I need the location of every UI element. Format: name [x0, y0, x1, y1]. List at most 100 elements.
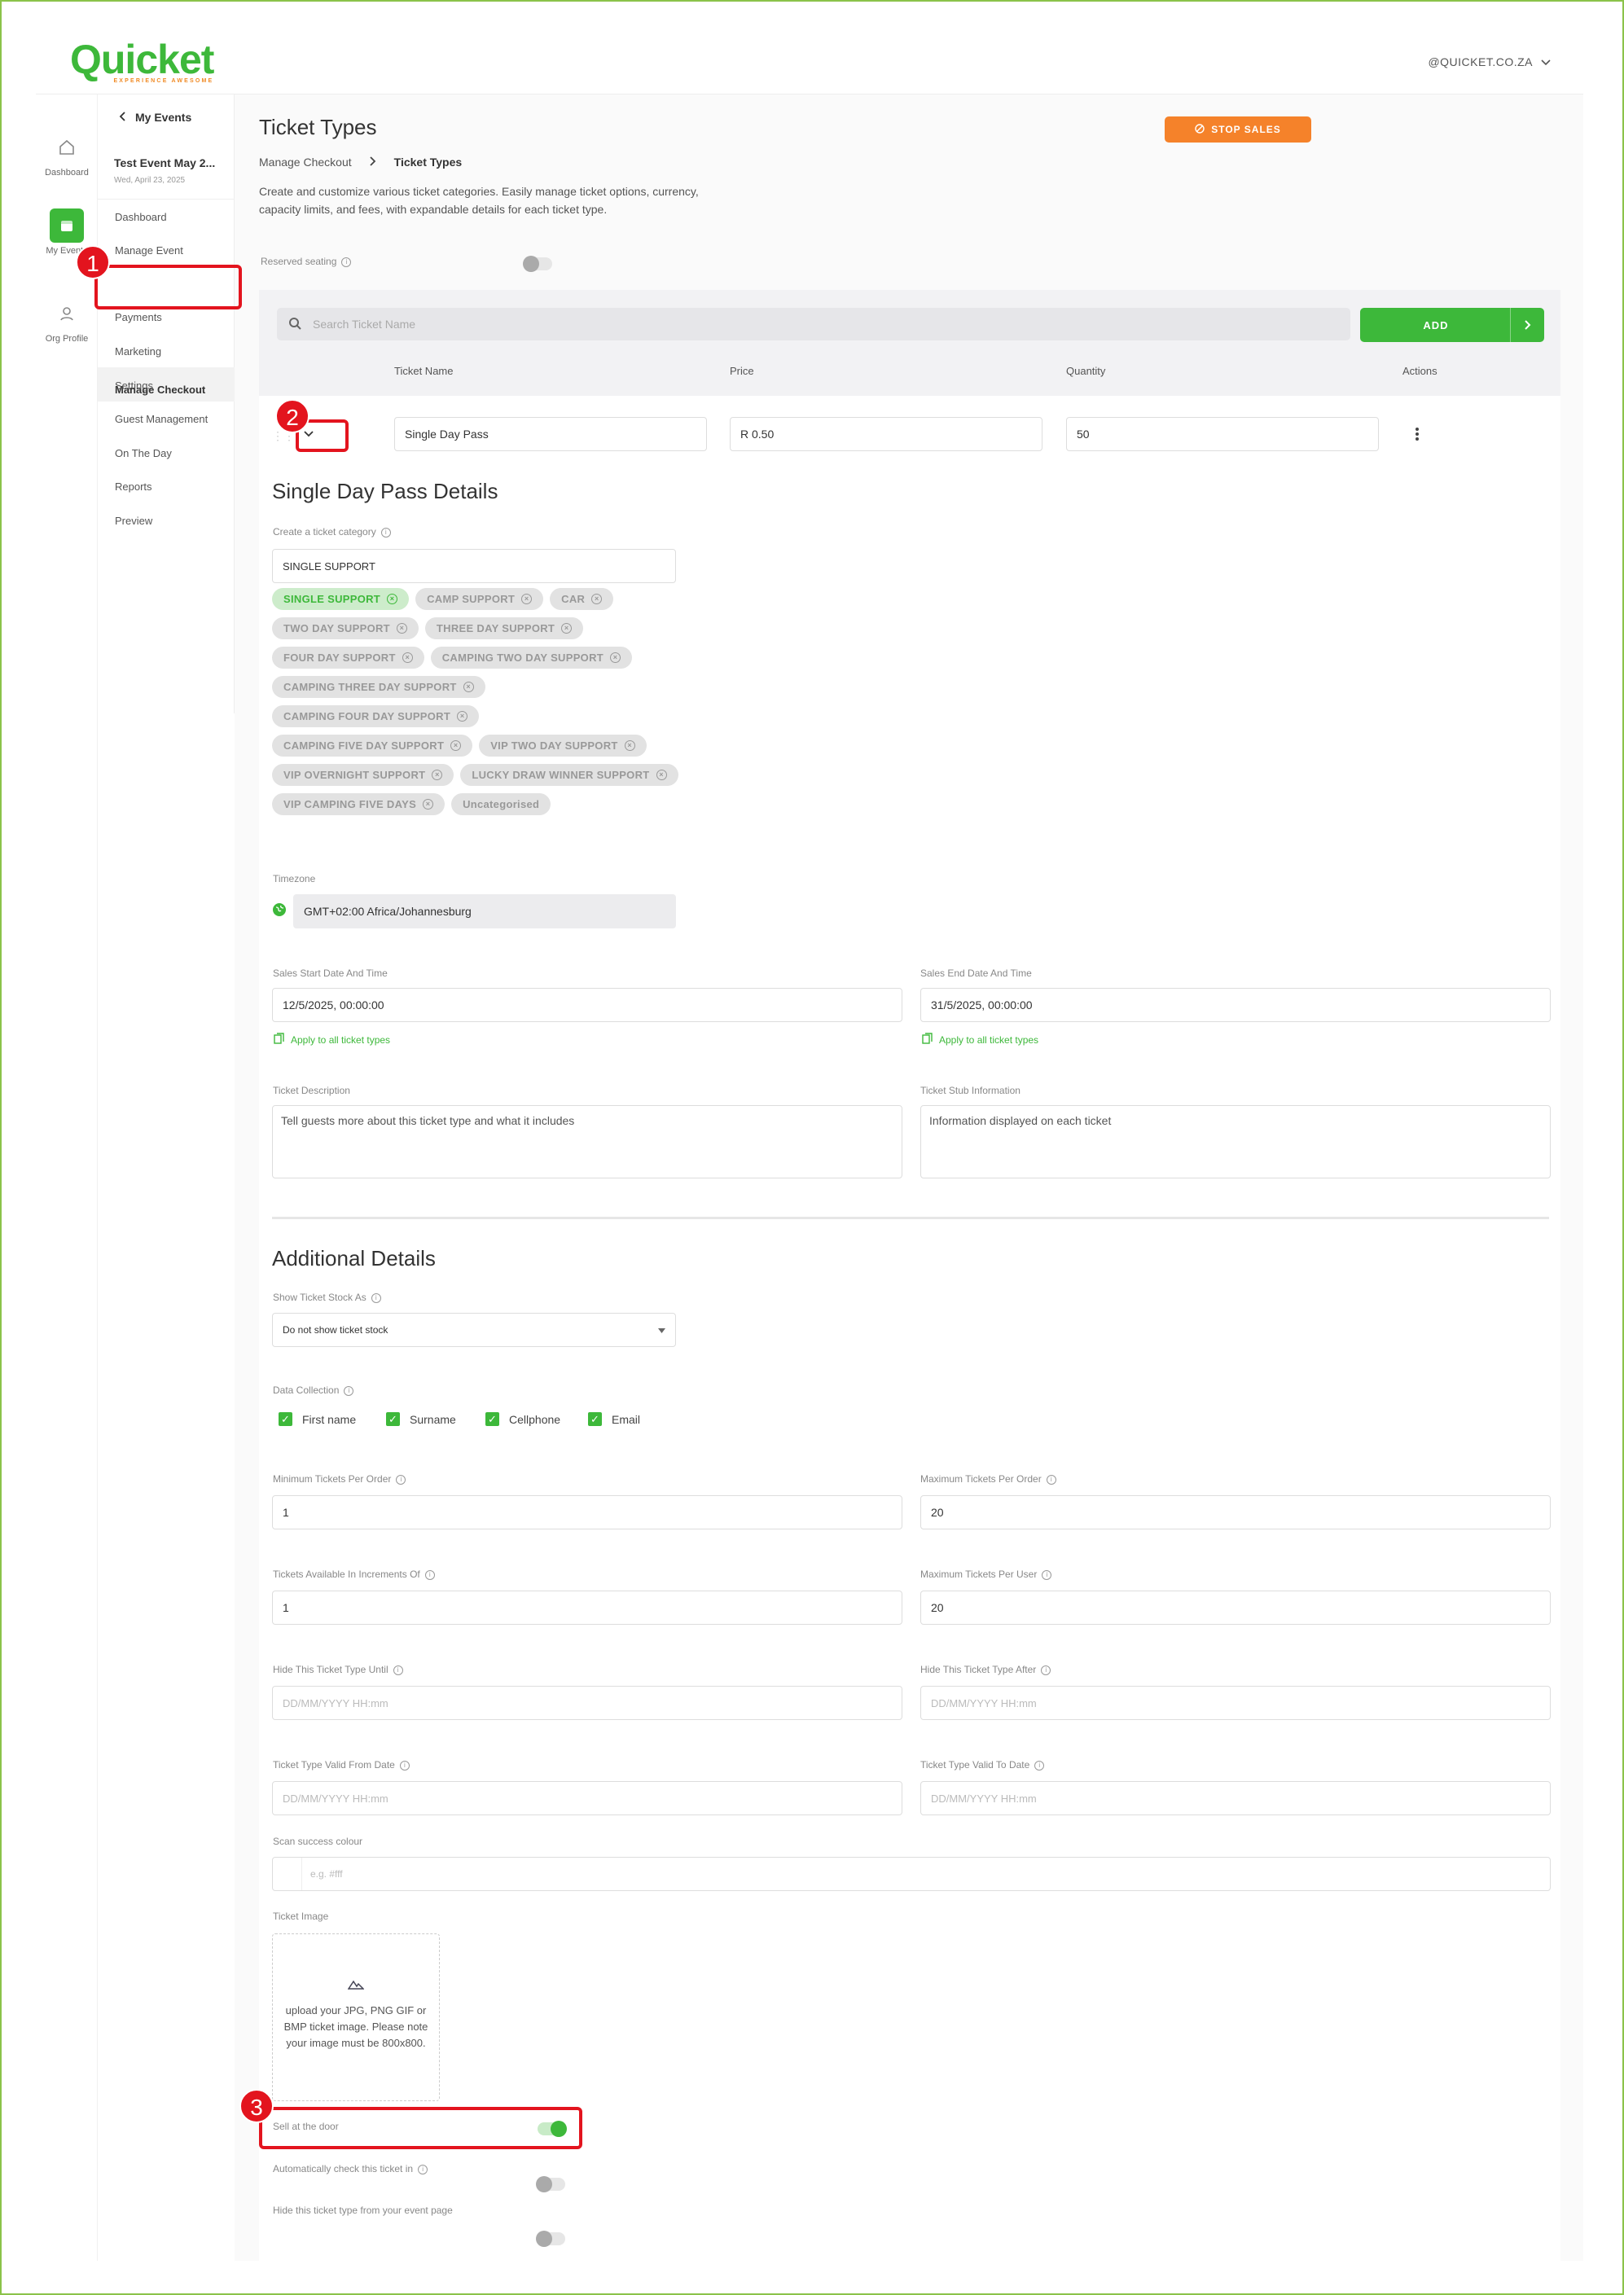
remove-chip-icon[interactable]: ×	[591, 594, 603, 604]
more-actions-icon[interactable]	[1415, 427, 1420, 445]
increments-label: Tickets Available In Increments Of i	[273, 1569, 435, 1580]
chip-label: THREE DAY SUPPORT	[436, 622, 555, 634]
category-chip[interactable]: CAMPING FOUR DAY SUPPORT ×	[272, 705, 480, 727]
max-tickets-input[interactable]: 20	[920, 1495, 1551, 1529]
sidebar-item-marketing[interactable]: Marketing	[115, 345, 161, 358]
category-chip[interactable]: SINGLE SUPPORT ×	[272, 588, 410, 610]
sidebar-item-settings[interactable]: Settings	[115, 380, 153, 392]
hide-until-input[interactable]: DD/MM/YYYY HH:mm	[272, 1686, 902, 1720]
sales-end-input[interactable]: 31/5/2025, 00:00:00	[920, 988, 1551, 1022]
auto-checkin-toggle[interactable]	[536, 2176, 565, 2192]
timezone-select[interactable]: GMT+02:00 Africa/Johannesburg	[293, 894, 676, 928]
category-chip[interactable]: FOUR DAY SUPPORT ×	[272, 647, 424, 669]
hide-event-page-toggle[interactable]	[536, 2231, 565, 2247]
category-chip[interactable]: CAMPING FIVE DAY SUPPORT ×	[272, 735, 473, 757]
valid-to-input[interactable]: DD/MM/YYYY HH:mm	[920, 1781, 1551, 1815]
category-chip[interactable]: THREE DAY SUPPORT ×	[424, 617, 584, 639]
valid-from-text: Ticket Type Valid From Date	[273, 1759, 395, 1771]
checkbox-email[interactable]: ✓ Email	[588, 1412, 640, 1426]
info-icon: i	[399, 1760, 410, 1771]
reserved-seating-toggle[interactable]	[523, 256, 552, 272]
min-tickets-input[interactable]: 1	[272, 1495, 902, 1529]
checkbox-label: Cellphone	[509, 1412, 561, 1426]
remove-chip-icon[interactable]: ×	[402, 652, 413, 663]
details-heading: Single Day Pass Details	[272, 479, 498, 503]
check-icon: ✓	[588, 1412, 602, 1426]
ticket-name-input[interactable]: Single Day Pass	[394, 417, 707, 451]
sales-start-input[interactable]: 12/5/2025, 00:00:00	[272, 988, 902, 1022]
search-input[interactable]: Search Ticket Name	[277, 308, 1350, 340]
category-chip[interactable]: LUCKY DRAW WINNER SUPPORT ×	[460, 764, 678, 786]
scan-colour-label: Scan success colour	[273, 1836, 363, 1847]
scan-colour-input[interactable]: e.g. #fff	[272, 1857, 1551, 1891]
checkbox-surname[interactable]: ✓ Surname	[386, 1412, 456, 1426]
annotation-box-3	[259, 2107, 582, 2149]
increments-input[interactable]: 1	[272, 1591, 902, 1625]
category-chip[interactable]: CAR ×	[550, 588, 614, 610]
sidebar-item-on-the-day[interactable]: On The Day	[115, 447, 172, 459]
ticket-quantity-input[interactable]: 50	[1066, 417, 1379, 451]
sidebar-item-dashboard[interactable]: Dashboard	[115, 211, 167, 223]
account-menu[interactable]: @QUICKET.CO.ZA	[1428, 55, 1551, 68]
chevron-down-icon	[1541, 55, 1551, 68]
max-per-user-input[interactable]: 20	[920, 1591, 1551, 1625]
sidebar-item-reports[interactable]: Reports	[115, 481, 152, 493]
logo-text: Quicket	[70, 37, 214, 82]
category-chip[interactable]: Uncategorised	[451, 793, 551, 815]
apply-all-text: Apply to all ticket types	[939, 1033, 1039, 1046]
add-ticket-button[interactable]: ADD	[1360, 308, 1544, 342]
category-chip[interactable]: TWO DAY SUPPORT ×	[272, 617, 419, 639]
remove-chip-icon[interactable]: ×	[432, 770, 443, 780]
category-chip[interactable]: CAMPING THREE DAY SUPPORT ×	[272, 676, 485, 698]
remove-chip-icon[interactable]: ×	[521, 594, 533, 604]
breadcrumb-manage-checkout[interactable]: Manage Checkout	[259, 156, 352, 169]
remove-chip-icon[interactable]: ×	[624, 740, 635, 751]
chevron-right-icon[interactable]	[1510, 308, 1544, 342]
sidebar-item-payments[interactable]: Payments	[115, 311, 162, 323]
stock-select[interactable]: Do not show ticket stock	[272, 1313, 676, 1347]
rail-dashboard[interactable]: Dashboard	[36, 130, 98, 178]
category-chip[interactable]: VIP CAMPING FIVE DAYS ×	[272, 793, 446, 815]
category-chip[interactable]: CAMPING TWO DAY SUPPORT ×	[430, 647, 633, 669]
remove-chip-icon[interactable]: ×	[450, 740, 462, 751]
max-user-label-text: Maximum Tickets Per User	[920, 1569, 1038, 1580]
apply-all-end-link[interactable]: Apply to all ticket types	[922, 1033, 1038, 1047]
account-label: @QUICKET.CO.ZA	[1428, 55, 1533, 68]
column-header-ticket-name: Ticket Name	[394, 365, 454, 377]
timezone-label: Timezone	[273, 873, 316, 884]
home-icon	[50, 130, 84, 165]
stop-sales-button[interactable]: STOP SALES	[1165, 116, 1311, 143]
ticket-price-input[interactable]: R 0.50	[730, 417, 1042, 451]
ticket-image-upload[interactable]: upload your JPG, PNG GIF or BMP ticket i…	[272, 1933, 440, 2101]
checkbox-cellphone[interactable]: ✓ Cellphone	[485, 1412, 560, 1426]
remove-chip-icon[interactable]: ×	[387, 594, 398, 604]
category-input[interactable]: SINGLE SUPPORT	[272, 549, 676, 583]
add-label: ADD	[1423, 319, 1449, 331]
remove-chip-icon[interactable]: ×	[463, 682, 474, 692]
hide-after-input[interactable]: DD/MM/YYYY HH:mm	[920, 1686, 1551, 1720]
description-textarea[interactable]: Tell guests more about this ticket type …	[272, 1105, 902, 1178]
back-label: My Events	[135, 111, 192, 124]
remove-chip-icon[interactable]: ×	[656, 770, 667, 780]
remove-chip-icon[interactable]: ×	[561, 623, 573, 634]
remove-chip-icon[interactable]: ×	[457, 711, 468, 722]
remove-chip-icon[interactable]: ×	[396, 623, 407, 634]
valid-from-input[interactable]: DD/MM/YYYY HH:mm	[272, 1781, 902, 1815]
sidebar-item-manage-event[interactable]: Manage Event	[115, 244, 183, 257]
category-chip[interactable]: VIP TWO DAY SUPPORT ×	[479, 735, 647, 757]
remove-chip-icon[interactable]: ×	[423, 799, 434, 810]
back-to-events[interactable]: My Events	[119, 111, 191, 124]
quicket-logo[interactable]: Quicket EXPERIENCE AWESOME	[70, 37, 214, 84]
column-header-price: Price	[730, 365, 754, 377]
colour-swatch[interactable]	[273, 1858, 302, 1890]
category-chip[interactable]: VIP OVERNIGHT SUPPORT ×	[272, 764, 454, 786]
sidebar-item-guest-management[interactable]: Guest Management	[115, 413, 208, 425]
category-chip[interactable]: CAMP SUPPORT ×	[415, 588, 544, 610]
checkbox-first-name[interactable]: ✓ First name	[279, 1412, 356, 1426]
apply-all-start-link[interactable]: Apply to all ticket types	[274, 1033, 390, 1047]
rail-org-profile[interactable]: Org Profile	[36, 296, 98, 344]
stub-textarea[interactable]: Information displayed on each ticket	[920, 1105, 1551, 1178]
sidebar-item-preview[interactable]: Preview	[115, 515, 152, 527]
remove-chip-icon[interactable]: ×	[610, 652, 621, 663]
hide-event-page-label: Hide this ticket type from your event pa…	[273, 2205, 453, 2216]
